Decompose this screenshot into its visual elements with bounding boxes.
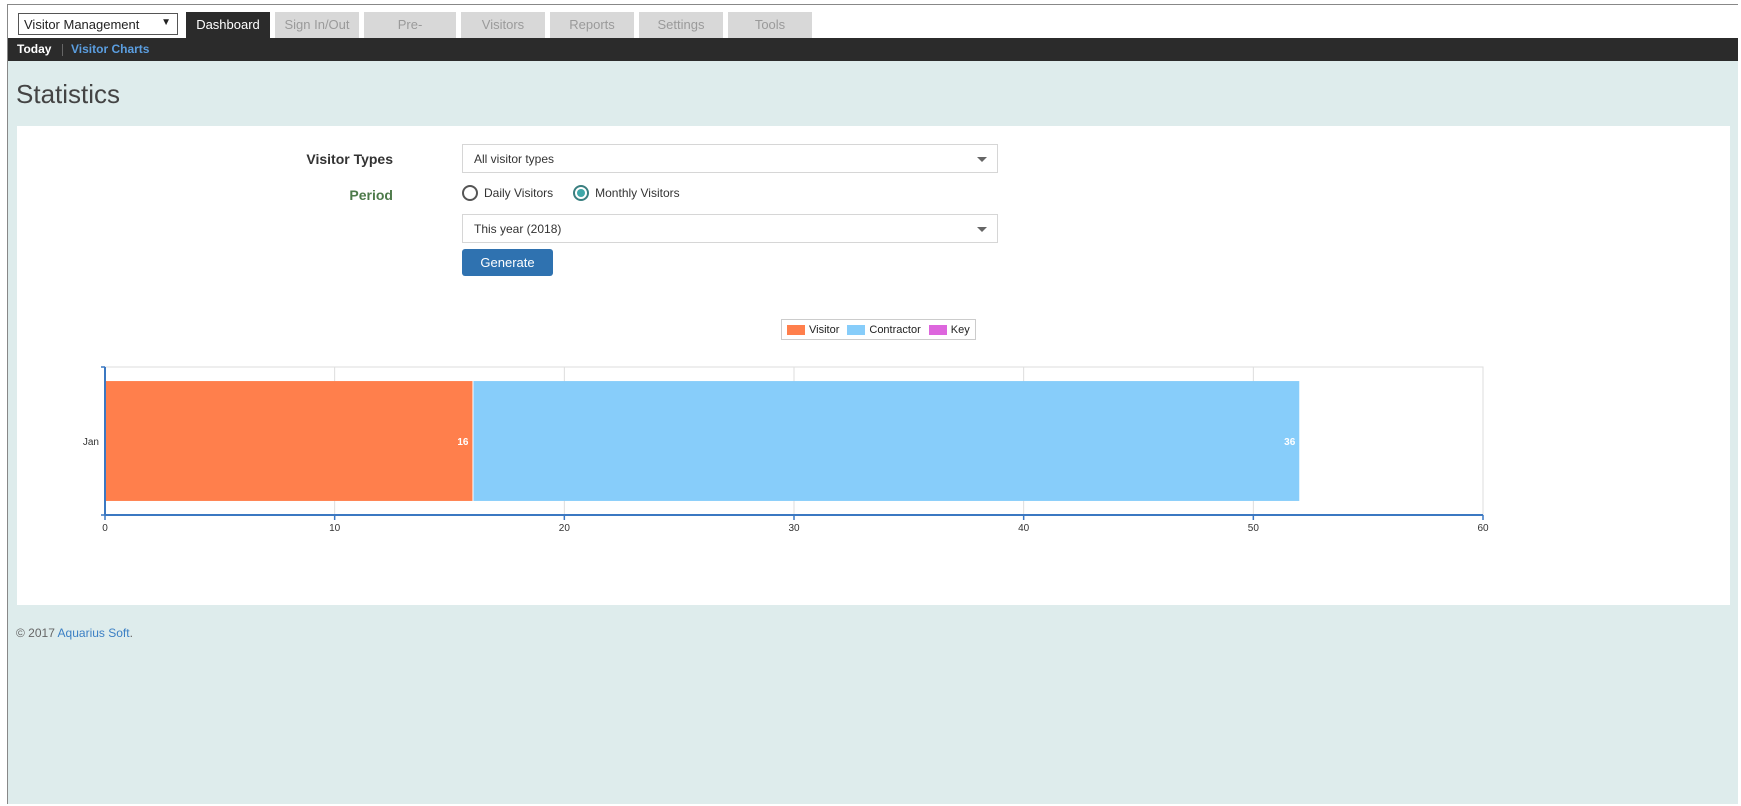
legend-label: Visitor	[809, 323, 840, 336]
legend-label: Key	[950, 323, 970, 336]
period-radio-group: Daily Visitors Monthly Visitors	[462, 185, 700, 201]
visitor-types-select[interactable]: All visitor types	[462, 144, 998, 173]
page-title: Statistics	[16, 79, 121, 109]
subnav-separator	[62, 44, 63, 56]
chart-legend: Visitor Contractor Key	[781, 319, 976, 340]
tab-pre-registrations[interactable]: Pre-registrations	[364, 12, 456, 58]
legend-swatch	[928, 324, 947, 335]
daily-visitors-radio[interactable]	[462, 185, 478, 201]
generate-button[interactable]: Generate	[462, 249, 553, 276]
tab-sign-in-out[interactable]: Sign In/Out	[275, 12, 359, 38]
subnav-visitor-charts[interactable]: Visitor Charts	[71, 38, 149, 61]
dropdown-arrow-icon	[977, 227, 987, 232]
legend-swatch	[787, 324, 805, 335]
x-tick-label: 50	[1248, 523, 1260, 534]
top-bar: Visitor Management ▼ Dashboard Sign In/O…	[8, 5, 1738, 58]
bar-contractor	[473, 381, 1300, 501]
daily-visitors-label[interactable]: Daily Visitors	[484, 186, 553, 200]
tab-dashboard[interactable]: Dashboard	[186, 12, 270, 38]
visitor-types-value: All visitor types	[474, 152, 555, 166]
footer-company-link[interactable]: Aquarius Soft	[58, 626, 130, 640]
legend-swatch	[847, 324, 866, 335]
footer-suffix: .	[129, 626, 133, 640]
x-tick-label: 10	[329, 523, 341, 534]
bar-visitor	[106, 381, 473, 501]
x-tick-label: 60	[1477, 523, 1489, 534]
tab-visitors[interactable]: Visitors	[461, 12, 545, 38]
footer-copyright: © 2017	[16, 626, 55, 640]
period-label: Period	[349, 187, 393, 203]
legend-entry-contractor[interactable]: Contractor	[847, 323, 921, 336]
tab-tools[interactable]: Tools	[728, 12, 812, 38]
app-window: Visitor Management ▼ Dashboard Sign In/O…	[7, 4, 1738, 804]
legend-label: Contractor	[869, 323, 921, 336]
main-tabs: Dashboard Sign In/Out Pre-registrations …	[186, 12, 817, 58]
dropdown-arrow-icon	[977, 157, 987, 162]
period-value: This year (2018)	[474, 222, 562, 236]
data-label-visitor: 16	[457, 437, 469, 448]
visitor-types-label: Visitor Types	[306, 151, 393, 167]
module-select-value: Visitor Management	[24, 17, 140, 32]
period-select[interactable]: This year (2018)	[462, 214, 998, 243]
chevron-down-icon: ▼	[161, 17, 171, 28]
visitor-bar-chart: 0 10 20 30 40 50 60 Jan 16 36	[83, 366, 1489, 534]
subnav-today[interactable]: Today	[17, 38, 51, 61]
monthly-visitors-label[interactable]: Monthly Visitors	[595, 186, 679, 200]
data-label-contractor: 36	[1284, 437, 1296, 448]
x-tick-label: 20	[559, 523, 571, 534]
tab-reports[interactable]: Reports	[550, 12, 634, 38]
x-tick-label: 40	[1018, 523, 1030, 534]
sub-nav: Today Visitor Charts	[8, 38, 1738, 61]
monthly-visitors-radio[interactable]	[573, 185, 590, 201]
legend-entry-visitor[interactable]: Visitor	[787, 324, 839, 336]
statistics-panel: Visitor Types All visitor types Period D…	[17, 126, 1730, 605]
y-category-label: Jan	[83, 437, 99, 448]
footer: © 2017 Aquarius Soft.	[16, 626, 133, 640]
module-select[interactable]: Visitor Management ▼	[18, 13, 178, 35]
x-tick-label: 30	[788, 523, 800, 534]
tab-settings[interactable]: Settings	[639, 12, 723, 38]
legend-entry-key[interactable]: Key	[928, 323, 970, 336]
x-tick-label: 0	[102, 523, 108, 534]
